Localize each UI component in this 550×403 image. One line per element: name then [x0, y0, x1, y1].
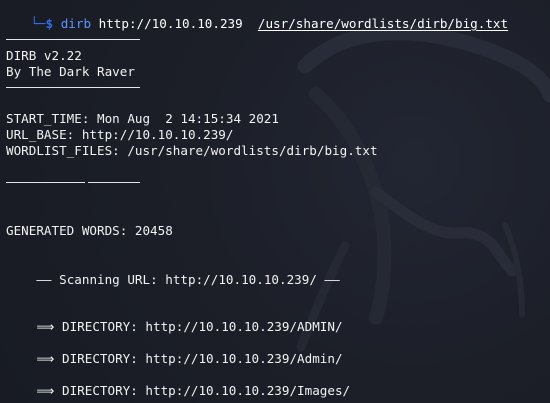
scanning-right-dash: ——: [324, 272, 340, 287]
prompt-corner: └─: [30, 16, 46, 31]
generated-words-line: GENERATED WORDS: 20458: [6, 223, 173, 238]
scanning-left-dash: ——: [36, 272, 52, 287]
arrow-right-icon: ⟹: [36, 383, 55, 398]
info-divider-right: [88, 182, 140, 183]
start-time-line: START_TIME: Mon Aug 2 14:15:34 2021: [6, 111, 279, 126]
command-url-argument: http://10.10.10.239: [98, 16, 243, 31]
info-divider-left: [6, 182, 85, 183]
banner-version: DIRB v2.22: [6, 48, 82, 63]
banner-top-divider: [6, 39, 140, 40]
arrow-right-icon: ⟹: [36, 319, 55, 334]
directory-result-text: DIRECTORY: http://10.10.10.239/ADMIN/: [62, 319, 343, 334]
terminal-window[interactable]: └─$ dirb http://10.10.10.239 /usr/share/…: [0, 0, 550, 403]
arrow-right-icon: ⟹: [36, 351, 55, 366]
url-base-line: URL_BASE: http://10.10.10.239/: [6, 127, 234, 142]
scanning-url-line: —— Scanning URL: http://10.10.10.239/ ——: [6, 256, 339, 287]
directory-result-line: ⟹ DIRECTORY: http://10.10.10.239/Admin/: [6, 335, 342, 366]
scanning-url-text: Scanning URL: http://10.10.10.239/: [59, 272, 317, 287]
directory-result-text: DIRECTORY: http://10.10.10.239/Images/: [62, 383, 351, 398]
directory-result-text: DIRECTORY: http://10.10.10.239/Admin/: [62, 351, 343, 366]
wordlist-files-line: WORDLIST_FILES: /usr/share/wordlists/dir…: [6, 143, 378, 158]
banner-author: By The Dark Raver: [6, 64, 135, 79]
banner-bottom-divider: [6, 87, 140, 88]
directory-result-line: ⟹ DIRECTORY: http://10.10.10.239/ADMIN/: [6, 303, 342, 334]
command-prompt-line: └─$ dirb http://10.10.10.239 /usr/share/…: [0, 0, 508, 31]
command-name: dirb: [60, 16, 92, 31]
directory-result-line: ⟹ DIRECTORY: http://10.10.10.239/Images/: [6, 367, 350, 398]
prompt-symbol: $: [45, 16, 54, 31]
command-wordlist-path: /usr/share/wordlists/dirb/big.txt: [257, 16, 509, 31]
